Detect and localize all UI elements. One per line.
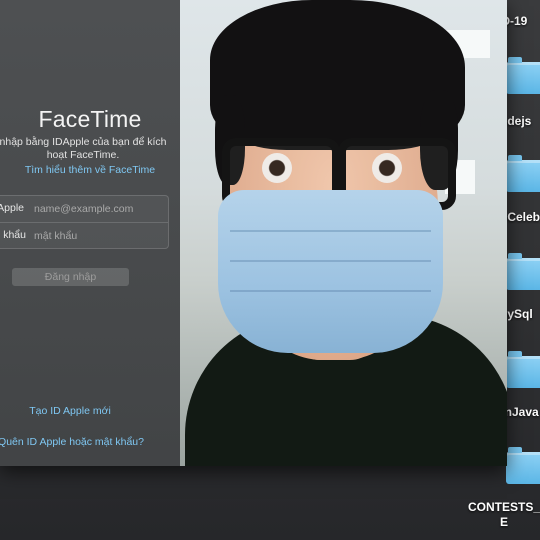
- learn-more-link[interactable]: Tìm hiểu thêm về FaceTime: [0, 164, 180, 176]
- sign-in-panel: FaceTime nhập bằng IDApple của bạn để kí…: [0, 0, 180, 466]
- mask-pleat: [230, 290, 431, 292]
- apple-id-field[interactable]: [32, 198, 166, 220]
- sign-in-form: Apple khẩu: [0, 195, 169, 249]
- face-mask: [218, 190, 443, 353]
- desktop-item-label-contests[interactable]: CONTESTS_ E: [468, 500, 540, 530]
- description-line: nhập bằng IDApple của bạn để kích: [0, 136, 167, 148]
- folder-icon[interactable]: [506, 351, 540, 388]
- description-line: hoạt FaceTime.: [46, 149, 120, 161]
- forgot-credentials-link[interactable]: Quên ID Apple hoặc mật khẩu?: [0, 436, 146, 448]
- mask-pleat: [230, 260, 431, 262]
- facetime-window: FaceTime nhập bằng IDApple của bạn để kí…: [0, 0, 507, 466]
- folder-icon[interactable]: [506, 155, 540, 192]
- apple-id-label: Apple: [0, 202, 24, 214]
- password-field[interactable]: [32, 225, 166, 247]
- password-row: khẩu: [0, 222, 168, 249]
- folder-icon[interactable]: [506, 447, 540, 484]
- create-apple-id-link[interactable]: Tạo ID Apple mới: [0, 405, 140, 417]
- contests-label-line2: E: [499, 515, 508, 529]
- contests-label-line1: CONTESTS_: [468, 500, 540, 514]
- app-title: FaceTime: [38, 106, 142, 132]
- password-label: khẩu: [3, 229, 26, 241]
- mask-pleat: [230, 230, 431, 232]
- sign-in-button[interactable]: Đăng nhập: [12, 268, 129, 286]
- apple-id-row: Apple: [0, 196, 168, 222]
- folder-icon[interactable]: [506, 253, 540, 290]
- sign-in-description: nhập bằng IDApple của bạn để kích hoạt F…: [0, 136, 178, 162]
- folder-icon[interactable]: [506, 57, 540, 94]
